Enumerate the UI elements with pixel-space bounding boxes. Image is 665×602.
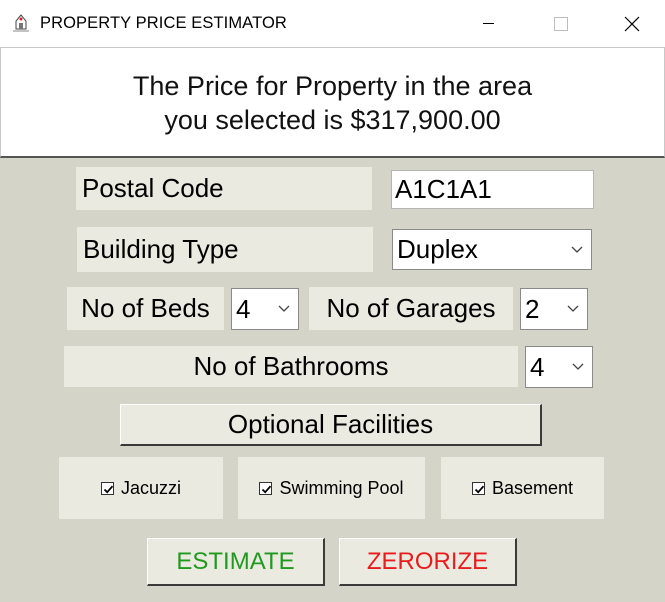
pool-label: Swimming Pool xyxy=(279,477,404,498)
bathrooms-value: 4 xyxy=(530,351,545,382)
maximize-icon xyxy=(554,16,568,31)
optional-facilities-button[interactable]: Optional Facilities xyxy=(120,404,542,446)
jacuzzi-checkbox[interactable] xyxy=(100,481,114,495)
garages-label: No of Garages xyxy=(309,287,513,330)
garages-select[interactable]: 2 xyxy=(520,288,588,330)
chevron-down-icon xyxy=(278,305,290,312)
checkmark-icon xyxy=(262,485,272,494)
estimate-button[interactable]: ESTIMATE xyxy=(147,538,325,586)
pool-checkbox[interactable] xyxy=(259,481,273,495)
close-button[interactable] xyxy=(609,0,655,47)
maximize-button[interactable] xyxy=(538,0,584,47)
basement-label: Basement xyxy=(491,477,574,498)
minimize-icon xyxy=(483,22,494,24)
app-window: PROPERTY PRICE ESTIMATOR The Price for P… xyxy=(0,0,665,602)
close-icon xyxy=(624,16,640,31)
building-type-label: Building Type xyxy=(77,227,373,272)
basement-checkbox-panel[interactable]: Basement xyxy=(441,457,604,519)
chevron-down-icon xyxy=(572,363,584,370)
minimize-button[interactable] xyxy=(466,0,512,47)
checkmark-icon xyxy=(103,485,114,494)
result-banner: The Price for Property in the area you s… xyxy=(0,47,665,158)
jacuzzi-label: Jacuzzi xyxy=(120,477,182,498)
building-type-select[interactable]: Duplex xyxy=(392,229,592,270)
beds-value: 4 xyxy=(236,293,251,324)
chevron-down-icon xyxy=(571,246,583,253)
zerorize-button[interactable]: ZERORIZE xyxy=(339,538,517,586)
house-drawing-icon xyxy=(10,12,32,34)
title-bar[interactable]: PROPERTY PRICE ESTIMATOR xyxy=(0,0,665,47)
checkmark-icon xyxy=(474,485,485,494)
beds-select[interactable]: 4 xyxy=(231,288,299,330)
chevron-down-icon xyxy=(567,305,579,312)
pool-checkbox-panel[interactable]: Swimming Pool xyxy=(238,457,425,519)
beds-label: No of Beds xyxy=(67,287,224,330)
result-line-1: The Price for Property in the area xyxy=(132,71,533,101)
bathrooms-select[interactable]: 4 xyxy=(525,346,593,388)
window-title: PROPERTY PRICE ESTIMATOR xyxy=(40,14,287,32)
postal-code-label: Postal Code xyxy=(76,167,372,210)
jacuzzi-checkbox-panel[interactable]: Jacuzzi xyxy=(59,457,223,519)
building-type-value: Duplex xyxy=(397,234,478,264)
postal-code-input[interactable]: A1C1A1 xyxy=(391,170,594,209)
bathrooms-label: No of Bathrooms xyxy=(64,346,518,387)
basement-checkbox[interactable] xyxy=(471,481,485,495)
result-line-2: you selected is $317,900.00 xyxy=(164,105,501,135)
garages-value: 2 xyxy=(525,293,540,324)
